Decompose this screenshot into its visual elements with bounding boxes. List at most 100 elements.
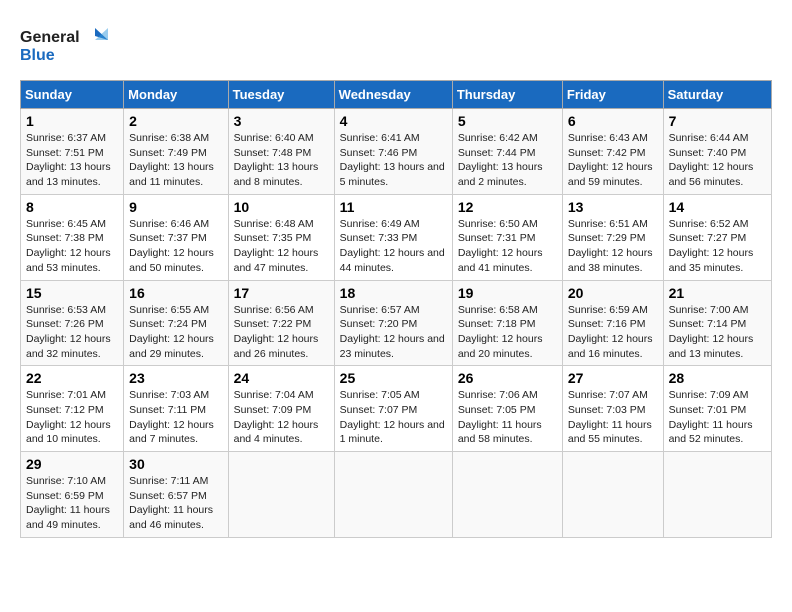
day-number: 21 <box>669 285 766 301</box>
calendar-table: SundayMondayTuesdayWednesdayThursdayFrid… <box>20 80 772 538</box>
logo-svg: General Blue <box>20 20 110 70</box>
day-info: Sunrise: 6:43 AM Sunset: 7:42 PM Dayligh… <box>568 131 658 190</box>
calendar-cell: 19 Sunrise: 6:58 AM Sunset: 7:18 PM Dayl… <box>452 280 562 366</box>
calendar-cell: 15 Sunrise: 6:53 AM Sunset: 7:26 PM Dayl… <box>21 280 124 366</box>
calendar-cell: 22 Sunrise: 7:01 AM Sunset: 7:12 PM Dayl… <box>21 366 124 452</box>
day-number: 18 <box>340 285 447 301</box>
day-info: Sunrise: 6:57 AM Sunset: 7:20 PM Dayligh… <box>340 303 447 362</box>
day-info: Sunrise: 7:06 AM Sunset: 7:05 PM Dayligh… <box>458 388 557 447</box>
day-info: Sunrise: 6:45 AM Sunset: 7:38 PM Dayligh… <box>26 217 118 276</box>
day-number: 7 <box>669 113 766 129</box>
calendar-week-2: 8 Sunrise: 6:45 AM Sunset: 7:38 PM Dayli… <box>21 194 772 280</box>
calendar-cell <box>562 452 663 538</box>
day-number: 22 <box>26 370 118 386</box>
day-number: 23 <box>129 370 222 386</box>
calendar-cell: 28 Sunrise: 7:09 AM Sunset: 7:01 PM Dayl… <box>663 366 771 452</box>
logo: General Blue <box>20 20 110 70</box>
calendar-cell: 5 Sunrise: 6:42 AM Sunset: 7:44 PM Dayli… <box>452 109 562 195</box>
calendar-cell <box>334 452 452 538</box>
day-info: Sunrise: 6:58 AM Sunset: 7:18 PM Dayligh… <box>458 303 557 362</box>
day-info: Sunrise: 7:04 AM Sunset: 7:09 PM Dayligh… <box>234 388 329 447</box>
day-number: 29 <box>26 456 118 472</box>
day-info: Sunrise: 7:00 AM Sunset: 7:14 PM Dayligh… <box>669 303 766 362</box>
day-number: 13 <box>568 199 658 215</box>
day-info: Sunrise: 6:53 AM Sunset: 7:26 PM Dayligh… <box>26 303 118 362</box>
svg-text:Blue: Blue <box>20 47 55 64</box>
day-number: 17 <box>234 285 329 301</box>
day-info: Sunrise: 6:56 AM Sunset: 7:22 PM Dayligh… <box>234 303 329 362</box>
day-number: 27 <box>568 370 658 386</box>
header-monday: Monday <box>124 81 228 109</box>
calendar-week-3: 15 Sunrise: 6:53 AM Sunset: 7:26 PM Dayl… <box>21 280 772 366</box>
svg-text:General: General <box>20 29 80 46</box>
calendar-cell <box>228 452 334 538</box>
calendar-cell: 9 Sunrise: 6:46 AM Sunset: 7:37 PM Dayli… <box>124 194 228 280</box>
day-number: 28 <box>669 370 766 386</box>
day-number: 20 <box>568 285 658 301</box>
day-number: 2 <box>129 113 222 129</box>
calendar-cell: 11 Sunrise: 6:49 AM Sunset: 7:33 PM Dayl… <box>334 194 452 280</box>
day-info: Sunrise: 6:38 AM Sunset: 7:49 PM Dayligh… <box>129 131 222 190</box>
header-wednesday: Wednesday <box>334 81 452 109</box>
calendar-week-1: 1 Sunrise: 6:37 AM Sunset: 7:51 PM Dayli… <box>21 109 772 195</box>
day-info: Sunrise: 7:01 AM Sunset: 7:12 PM Dayligh… <box>26 388 118 447</box>
calendar-cell: 14 Sunrise: 6:52 AM Sunset: 7:27 PM Dayl… <box>663 194 771 280</box>
calendar-cell: 25 Sunrise: 7:05 AM Sunset: 7:07 PM Dayl… <box>334 366 452 452</box>
calendar-week-5: 29 Sunrise: 7:10 AM Sunset: 6:59 PM Dayl… <box>21 452 772 538</box>
day-info: Sunrise: 6:59 AM Sunset: 7:16 PM Dayligh… <box>568 303 658 362</box>
calendar-cell: 1 Sunrise: 6:37 AM Sunset: 7:51 PM Dayli… <box>21 109 124 195</box>
calendar-cell <box>452 452 562 538</box>
calendar-week-4: 22 Sunrise: 7:01 AM Sunset: 7:12 PM Dayl… <box>21 366 772 452</box>
day-number: 3 <box>234 113 329 129</box>
day-number: 6 <box>568 113 658 129</box>
day-info: Sunrise: 6:42 AM Sunset: 7:44 PM Dayligh… <box>458 131 557 190</box>
calendar-cell: 17 Sunrise: 6:56 AM Sunset: 7:22 PM Dayl… <box>228 280 334 366</box>
day-info: Sunrise: 6:48 AM Sunset: 7:35 PM Dayligh… <box>234 217 329 276</box>
day-info: Sunrise: 7:05 AM Sunset: 7:07 PM Dayligh… <box>340 388 447 447</box>
calendar-cell: 8 Sunrise: 6:45 AM Sunset: 7:38 PM Dayli… <box>21 194 124 280</box>
header-friday: Friday <box>562 81 663 109</box>
calendar-cell: 4 Sunrise: 6:41 AM Sunset: 7:46 PM Dayli… <box>334 109 452 195</box>
day-info: Sunrise: 6:37 AM Sunset: 7:51 PM Dayligh… <box>26 131 118 190</box>
day-info: Sunrise: 6:50 AM Sunset: 7:31 PM Dayligh… <box>458 217 557 276</box>
header-sunday: Sunday <box>21 81 124 109</box>
day-number: 1 <box>26 113 118 129</box>
day-number: 4 <box>340 113 447 129</box>
day-number: 24 <box>234 370 329 386</box>
header-thursday: Thursday <box>452 81 562 109</box>
day-number: 10 <box>234 199 329 215</box>
calendar-cell: 26 Sunrise: 7:06 AM Sunset: 7:05 PM Dayl… <box>452 366 562 452</box>
day-info: Sunrise: 6:44 AM Sunset: 7:40 PM Dayligh… <box>669 131 766 190</box>
day-number: 19 <box>458 285 557 301</box>
day-number: 14 <box>669 199 766 215</box>
day-number: 26 <box>458 370 557 386</box>
calendar-cell: 27 Sunrise: 7:07 AM Sunset: 7:03 PM Dayl… <box>562 366 663 452</box>
calendar-cell: 2 Sunrise: 6:38 AM Sunset: 7:49 PM Dayli… <box>124 109 228 195</box>
calendar-cell: 3 Sunrise: 6:40 AM Sunset: 7:48 PM Dayli… <box>228 109 334 195</box>
calendar-cell: 13 Sunrise: 6:51 AM Sunset: 7:29 PM Dayl… <box>562 194 663 280</box>
calendar-cell: 6 Sunrise: 6:43 AM Sunset: 7:42 PM Dayli… <box>562 109 663 195</box>
calendar-cell: 29 Sunrise: 7:10 AM Sunset: 6:59 PM Dayl… <box>21 452 124 538</box>
day-info: Sunrise: 6:40 AM Sunset: 7:48 PM Dayligh… <box>234 131 329 190</box>
day-info: Sunrise: 6:51 AM Sunset: 7:29 PM Dayligh… <box>568 217 658 276</box>
calendar-cell <box>663 452 771 538</box>
day-number: 9 <box>129 199 222 215</box>
calendar-cell: 16 Sunrise: 6:55 AM Sunset: 7:24 PM Dayl… <box>124 280 228 366</box>
day-number: 5 <box>458 113 557 129</box>
day-number: 16 <box>129 285 222 301</box>
header-tuesday: Tuesday <box>228 81 334 109</box>
day-number: 15 <box>26 285 118 301</box>
calendar-cell: 12 Sunrise: 6:50 AM Sunset: 7:31 PM Dayl… <box>452 194 562 280</box>
calendar-cell: 10 Sunrise: 6:48 AM Sunset: 7:35 PM Dayl… <box>228 194 334 280</box>
calendar-cell: 23 Sunrise: 7:03 AM Sunset: 7:11 PM Dayl… <box>124 366 228 452</box>
day-info: Sunrise: 7:07 AM Sunset: 7:03 PM Dayligh… <box>568 388 658 447</box>
calendar-cell: 7 Sunrise: 6:44 AM Sunset: 7:40 PM Dayli… <box>663 109 771 195</box>
calendar-cell: 30 Sunrise: 7:11 AM Sunset: 6:57 PM Dayl… <box>124 452 228 538</box>
day-number: 25 <box>340 370 447 386</box>
day-info: Sunrise: 7:03 AM Sunset: 7:11 PM Dayligh… <box>129 388 222 447</box>
day-number: 12 <box>458 199 557 215</box>
calendar-cell: 24 Sunrise: 7:04 AM Sunset: 7:09 PM Dayl… <box>228 366 334 452</box>
day-info: Sunrise: 7:09 AM Sunset: 7:01 PM Dayligh… <box>669 388 766 447</box>
day-info: Sunrise: 6:55 AM Sunset: 7:24 PM Dayligh… <box>129 303 222 362</box>
calendar-cell: 21 Sunrise: 7:00 AM Sunset: 7:14 PM Dayl… <box>663 280 771 366</box>
